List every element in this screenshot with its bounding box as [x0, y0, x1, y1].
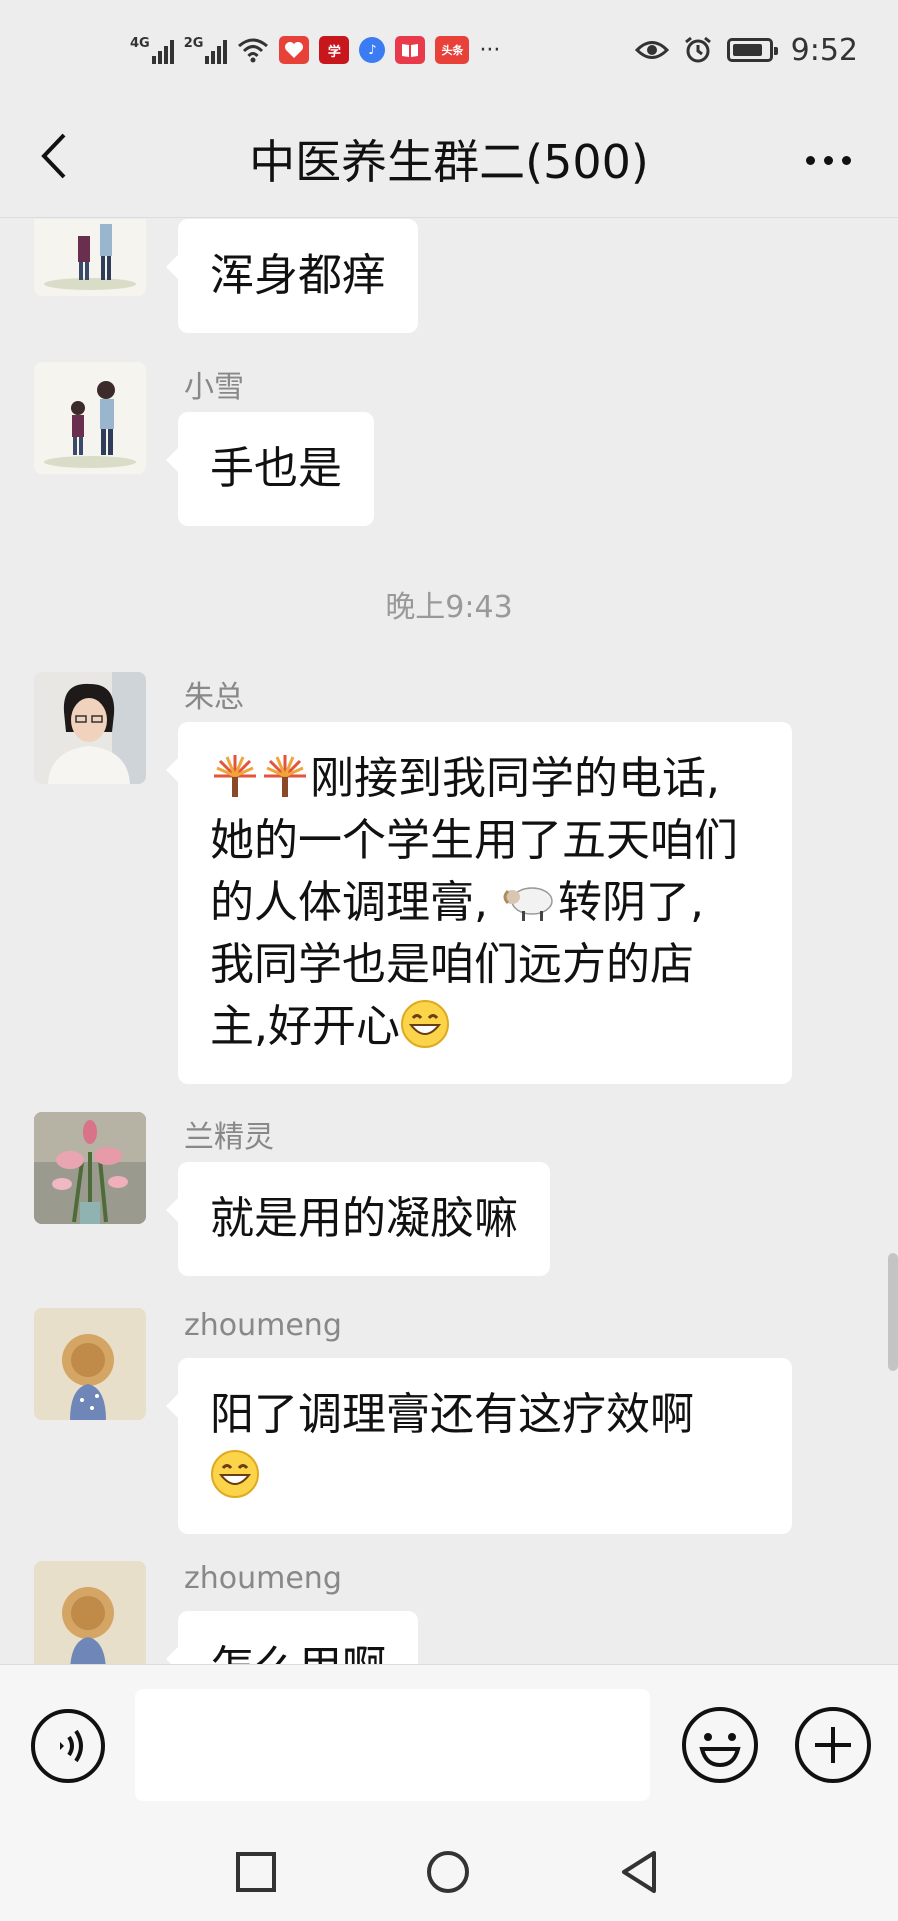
music-app-icon: ♪: [359, 37, 386, 63]
message-bubble[interactable]: 刚接到我同学的电话, 她的一个学生用了五天咱们 的人体调理膏, 转阴了, 我同学…: [166, 722, 792, 1084]
wifi-icon: [238, 38, 269, 63]
grinning-emoji-icon: [211, 1450, 259, 1498]
dot-icon: [841, 155, 851, 165]
more-functions-button[interactable]: [793, 1705, 873, 1785]
back-button[interactable]: [36, 126, 96, 186]
triangle-back-icon: [622, 1851, 656, 1893]
signal-2g-icon: 2G: [184, 37, 228, 64]
message-text: 阳了调理膏还有这疗效啊: [210, 1389, 694, 1440]
scrollbar[interactable]: [888, 1253, 898, 1371]
message-input[interactable]: [135, 1689, 650, 1801]
chat-list[interactable]: 浑身都痒 小雪 手也是 晚上9:43 朱总 刚接到我同学的电话, 她的一个学生用…: [0, 219, 898, 1664]
avatar[interactable]: [34, 362, 146, 474]
net-type-label: 4G: [130, 35, 150, 51]
voice-icon: [31, 1709, 105, 1783]
message-bubble[interactable]: 浑身都痒: [166, 219, 418, 333]
dot-icon: [805, 155, 815, 165]
system-nav-bar: [0, 1820, 898, 1921]
message-bubble[interactable]: 怎么用啊: [166, 1611, 418, 1664]
time-separator: 晚上9:43: [385, 590, 513, 625]
more-options-button[interactable]: [798, 130, 858, 190]
message-text: 就是用的凝胶嘛: [210, 1193, 518, 1244]
message-text: 手也是: [210, 443, 342, 494]
dot-icon: [823, 155, 833, 165]
heart-app-icon: [279, 36, 310, 64]
avatar[interactable]: [34, 672, 146, 784]
message-text: 的人体调理膏,: [210, 877, 488, 928]
alarm-icon: [684, 36, 711, 63]
study-app-icon: 学: [319, 36, 350, 64]
battery-icon: [726, 38, 778, 62]
voice-input-button[interactable]: [30, 1708, 106, 1784]
sender-name: 朱总: [184, 680, 244, 715]
more-notifications-icon: ···: [479, 37, 501, 63]
message-bubble[interactable]: 阳了调理膏还有这疗效啊: [166, 1358, 792, 1534]
grinning-emoji-icon: [401, 1000, 449, 1048]
sender-name: zhoumeng: [184, 1561, 342, 1596]
chat-title: 中医养生群二(500): [249, 134, 649, 189]
status-bar: 4G 2G 学 ♪ 头条 ··· 9:52: [0, 0, 898, 100]
plus-icon: [795, 1707, 871, 1783]
avatar[interactable]: [34, 1112, 146, 1224]
message-text: 我同学也是咱们远方的店: [210, 939, 694, 990]
input-bar: [0, 1664, 898, 1820]
fireworks-emoji-icon: [214, 755, 256, 797]
avatar[interactable]: [34, 1308, 146, 1420]
chat-header: 中医养生群二(500): [0, 100, 898, 218]
eye-icon: [634, 41, 669, 59]
message-text: 主,好开心: [210, 1001, 400, 1052]
sender-name: 兰精灵: [184, 1120, 274, 1155]
book-app-icon: [395, 36, 426, 64]
message-bubble[interactable]: 手也是: [166, 412, 374, 526]
sheep-emoji-icon: [503, 887, 553, 921]
circle-icon: [427, 1851, 469, 1893]
home-button[interactable]: [418, 1842, 478, 1902]
recents-button[interactable]: [226, 1842, 286, 1902]
smiley-icon: [682, 1707, 758, 1783]
message-text: 刚接到我同学的电话,: [310, 753, 720, 804]
emoji-button[interactable]: [680, 1705, 760, 1785]
fireworks-emoji-icon: [264, 755, 306, 797]
chevron-left-icon: [41, 133, 66, 179]
message-bubble[interactable]: 就是用的凝胶嘛: [166, 1162, 550, 1276]
net-type-label-2: 2G: [183, 35, 204, 51]
square-icon: [236, 1852, 276, 1892]
signal-4g-icon: 4G: [130, 37, 174, 64]
toutiao-app-icon: 头条: [435, 36, 470, 64]
message-text: 转阴了,: [558, 877, 704, 928]
message-text: 怎么用啊: [210, 1642, 386, 1664]
avatar[interactable]: [34, 219, 146, 296]
message-text: 浑身都痒: [210, 250, 386, 301]
battery-level: [732, 44, 762, 56]
sender-name: zhoumeng: [184, 1308, 342, 1343]
message-text: 她的一个学生用了五天咱们: [210, 815, 738, 866]
clock: 9:52: [790, 32, 858, 68]
avatar[interactable]: [34, 1561, 146, 1664]
back-nav-button[interactable]: [610, 1842, 670, 1902]
sender-name: 小雪: [184, 370, 244, 405]
